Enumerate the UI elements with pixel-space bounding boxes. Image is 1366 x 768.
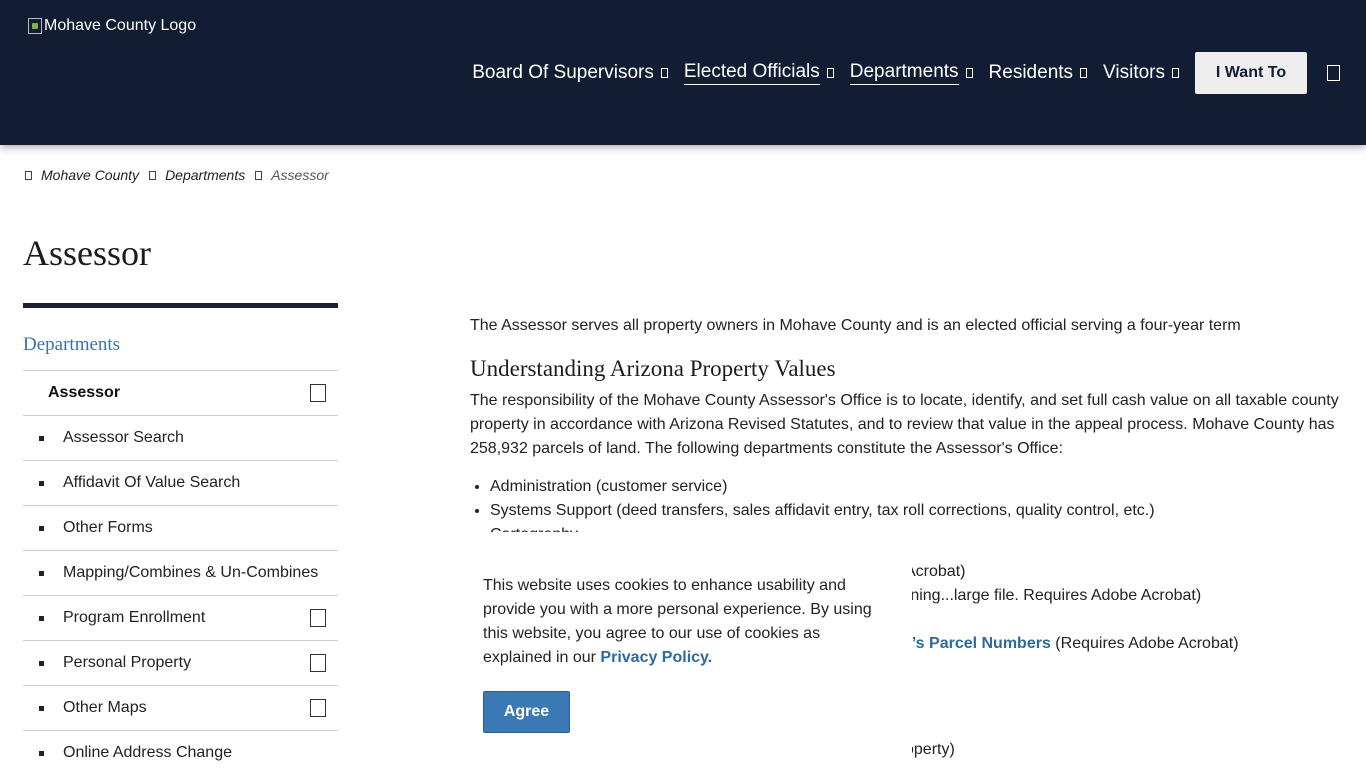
content-fragment: Acrobat)	[905, 563, 966, 580]
chevron-right-icon	[149, 170, 157, 180]
site-header: Mohave County Logo Board Of Supervisors …	[0, 0, 1366, 145]
main-nav: Board Of Supervisors Elected Officials D…	[472, 52, 1340, 94]
chevron-down-icon[interactable]	[1080, 68, 1088, 78]
sidebar-item-label: Affidavit Of Value Search	[63, 474, 241, 491]
department-list-wrapper: Administration (customer service) System…	[470, 475, 1350, 532]
nav-label: Departments	[849, 61, 959, 85]
sidebar-item-label: Online Address Change	[63, 744, 232, 761]
list-item: Systems Support (deed transfers, sales a…	[490, 499, 1350, 523]
sidebar-item-other-maps[interactable]: Other Maps	[23, 686, 338, 731]
bullet-icon	[39, 570, 44, 576]
sidebar-nav: Departments Assessor Assessor Search Aff…	[23, 322, 338, 768]
nav-label: Visitors	[1103, 62, 1165, 83]
content-fragment: operty)	[905, 741, 955, 758]
list-item: Administration (customer service)	[490, 475, 1350, 499]
chevron-right-icon	[255, 170, 263, 180]
sidebar-item-label: Mapping/Combines & Un-Combines	[63, 564, 319, 581]
sidebar-item-label: Assessor	[48, 384, 121, 401]
list-item: Cartography	[490, 523, 1350, 532]
sidebar-item-online-address-change[interactable]: Online Address Change	[23, 731, 338, 768]
nav-residents[interactable]: Residents	[989, 62, 1088, 84]
department-list: Administration (customer service) System…	[490, 475, 1350, 532]
sidebar-item-label: Program Enrollment	[63, 609, 206, 626]
expand-toggle-icon[interactable]	[310, 699, 326, 717]
agree-button[interactable]: Agree	[483, 691, 570, 733]
expand-toggle-icon[interactable]	[310, 609, 326, 627]
nav-elected-officials[interactable]: Elected Officials	[683, 61, 834, 85]
sidebar-item-label: Other Forms	[63, 519, 153, 536]
sidebar-item-label: Other Maps	[63, 699, 147, 716]
broken-image-icon	[28, 18, 42, 34]
i-want-to-button[interactable]: I Want To	[1195, 52, 1307, 94]
sidebar-item-mapping-combines[interactable]: Mapping/Combines & Un-Combines	[23, 551, 338, 596]
nav-label: Elected Officials	[683, 61, 820, 85]
search-icon[interactable]	[1327, 65, 1340, 81]
nav-board-of-supervisors[interactable]: Board Of Supervisors	[472, 62, 668, 84]
bullet-icon	[39, 435, 44, 441]
nav-departments[interactable]: Departments	[849, 61, 973, 85]
sidebar-item-label: Personal Property	[63, 654, 192, 671]
sidebar-item-label: Assessor Search	[63, 429, 184, 446]
section-paragraph: The responsibility of the Mohave County …	[470, 392, 1339, 457]
bullet-icon	[39, 615, 44, 621]
breadcrumb-link-departments[interactable]: Departments	[165, 167, 245, 183]
sidebar-item-assessor-search[interactable]: Assessor Search	[23, 416, 338, 461]
sidebar-item-program-enrollment[interactable]: Program Enrollment	[23, 596, 338, 641]
breadcrumb-link-home[interactable]: Mohave County	[41, 167, 139, 183]
home-icon	[25, 170, 32, 180]
cookie-banner: This website uses cookies to enhance usa…	[454, 545, 912, 768]
site-logo[interactable]: Mohave County Logo	[28, 17, 196, 35]
chevron-down-icon[interactable]	[965, 68, 973, 78]
sidebar-item-other-forms[interactable]: Other Forms	[23, 506, 338, 551]
chevron-down-icon[interactable]	[826, 68, 834, 78]
sidebar-heading[interactable]: Departments	[23, 322, 338, 371]
bullet-icon	[39, 660, 44, 666]
main-content: The Assessor serves all property owners …	[470, 314, 1350, 532]
parcel-numbers-link[interactable]: r’s Parcel Numbers	[905, 635, 1051, 652]
nav-label: Board Of Supervisors	[472, 62, 654, 83]
breadcrumb: Mohave County Departments Assessor	[24, 167, 329, 183]
expand-toggle-icon[interactable]	[310, 384, 326, 402]
sidebar-item-affidavit-of-value-search[interactable]: Affidavit Of Value Search	[23, 461, 338, 506]
chevron-down-icon[interactable]	[1172, 68, 1179, 78]
nav-label: Residents	[988, 62, 1074, 83]
bullet-icon	[39, 525, 44, 531]
chevron-down-icon[interactable]	[660, 68, 668, 78]
nav-visitors[interactable]: Visitors	[1103, 62, 1179, 84]
title-divider	[23, 303, 338, 308]
logo-alt-text: Mohave County Logo	[44, 17, 197, 34]
content-fragment: rning...large file. Requires Adobe Acrob…	[905, 587, 1202, 604]
section-heading: Understanding Arizona Property Values	[470, 356, 836, 381]
bullet-icon	[39, 480, 44, 486]
privacy-policy-link[interactable]: Privacy Policy.	[600, 649, 712, 666]
sidebar-item-assessor[interactable]: Assessor	[23, 371, 338, 416]
intro-text: The Assessor serves all property owners …	[470, 317, 1241, 334]
link-note: (Requires Adobe Acrobat)	[1050, 635, 1239, 652]
expand-toggle-icon[interactable]	[310, 654, 326, 672]
content-fragment: r’s Parcel Numbers (Requires Adobe Acrob…	[905, 635, 1239, 653]
page-title: Assessor	[23, 233, 152, 273]
bullet-icon	[39, 705, 44, 711]
sidebar-item-personal-property[interactable]: Personal Property	[23, 641, 338, 686]
bullet-icon	[39, 750, 44, 756]
breadcrumb-current: Assessor	[271, 167, 329, 183]
cookie-message: This website uses cookies to enhance usa…	[483, 574, 883, 670]
